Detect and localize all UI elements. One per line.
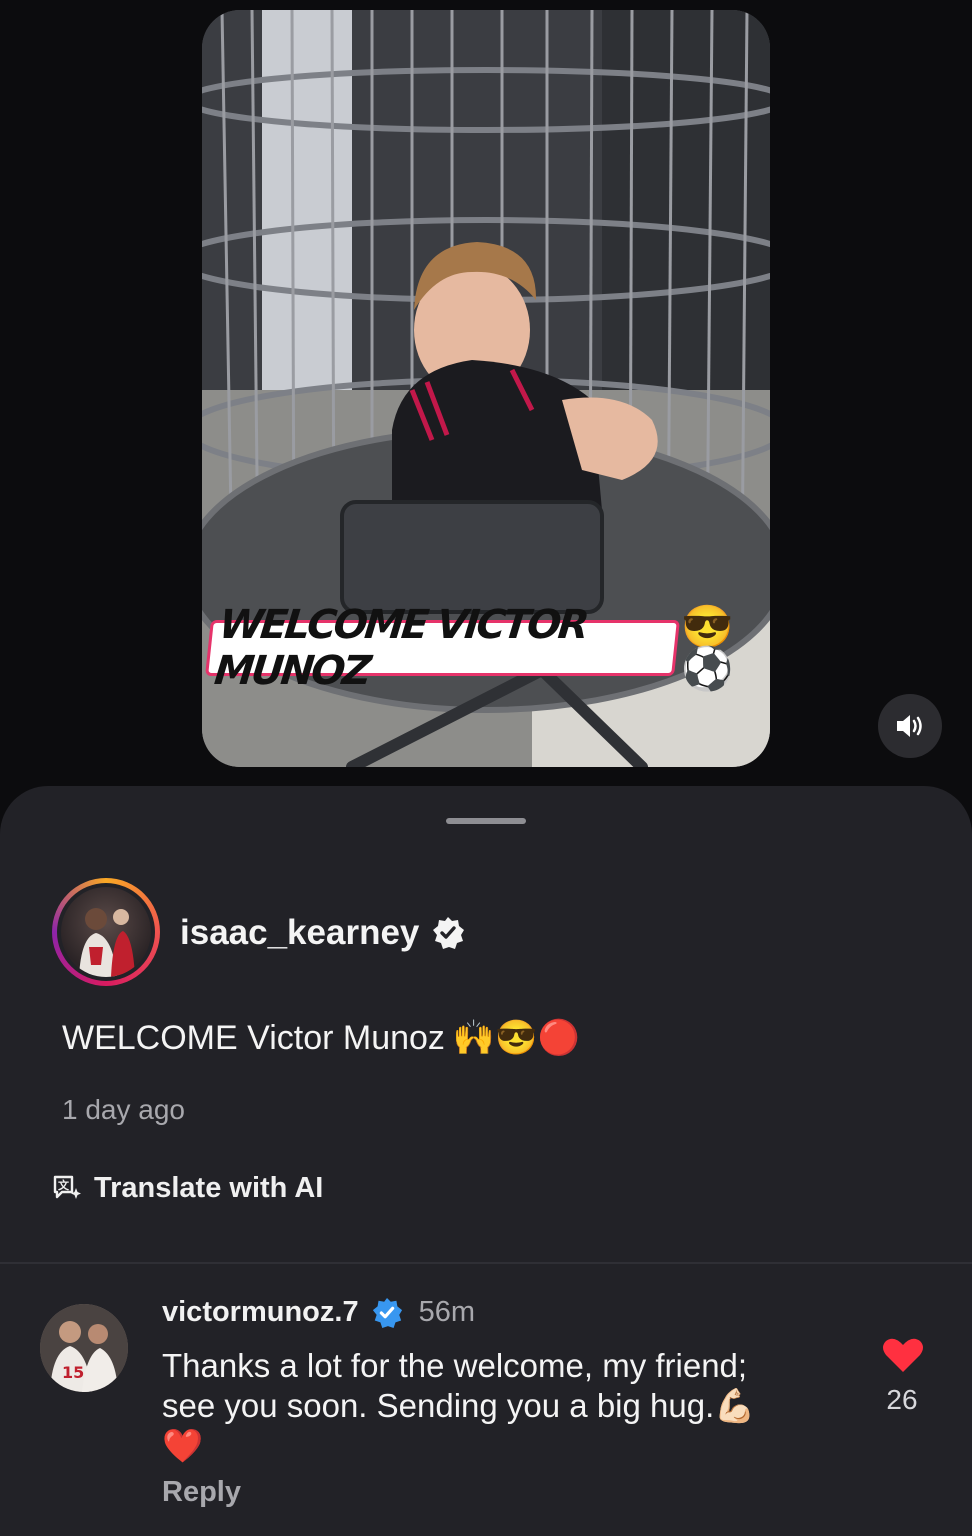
video-caption-overlay: WELCOME VICTOR MUNOZ 😎⚽ (205, 602, 770, 694)
comment-line: ❤️ (162, 1427, 204, 1464)
translate-with-ai-button[interactable]: 文 Translate with AI (52, 1172, 323, 1205)
post-caption-text: WELCOME Victor Munoz (62, 1018, 445, 1057)
overlay-emojis: 😎⚽ (681, 603, 734, 692)
comments-sheet: isaac_kearney WELCOME Victor Munoz 🙌😎🔴 1… (0, 786, 972, 1536)
reply-button[interactable]: Reply (162, 1476, 241, 1509)
translate-ai-icon: 文 (53, 1175, 81, 1199)
video-player[interactable]: WELCOME VICTOR MUNOZ 😎⚽ (202, 10, 770, 767)
post-caption: WELCOME Victor Munoz 🙌😎🔴 (62, 1018, 580, 1058)
comment-line: see you soon. Sending you a big hug.💪🏻 (162, 1387, 756, 1424)
post-author-avatar[interactable] (52, 878, 160, 986)
verified-badge-icon (433, 917, 465, 949)
overlay-caption-text: WELCOME VICTOR MUNOZ (205, 602, 681, 694)
post-username[interactable]: isaac_kearney (180, 913, 419, 953)
like-button[interactable] (878, 1336, 928, 1379)
comment-header: victormunoz.7 56m (162, 1296, 475, 1329)
verified-badge-icon (372, 1297, 402, 1328)
comment-username[interactable]: victormunoz.7 (162, 1296, 359, 1329)
svg-text:文: 文 (58, 1178, 70, 1192)
comment-line: Thanks a lot for the welcome, my friend; (162, 1347, 748, 1384)
section-divider (0, 1262, 972, 1264)
sheet-drag-handle[interactable] (446, 818, 526, 824)
like-count: 26 (886, 1384, 918, 1415)
post-header: isaac_kearney (180, 913, 465, 953)
translate-label: Translate with AI (94, 1172, 324, 1204)
svg-text:15: 15 (62, 1363, 84, 1382)
post-timestamp: 1 day ago (62, 1094, 185, 1125)
avatar-image (61, 887, 151, 977)
comment-author-avatar[interactable]: 15 (40, 1304, 128, 1392)
sound-toggle-button[interactable] (878, 694, 942, 758)
comment-timestamp: 56m (418, 1296, 476, 1328)
post-caption-emojis: 🙌😎🔴 (452, 1019, 580, 1057)
heart-icon (883, 1338, 923, 1372)
speaker-icon (897, 715, 922, 737)
comment-body: Thanks a lot for the welcome, my friend;… (162, 1346, 842, 1466)
